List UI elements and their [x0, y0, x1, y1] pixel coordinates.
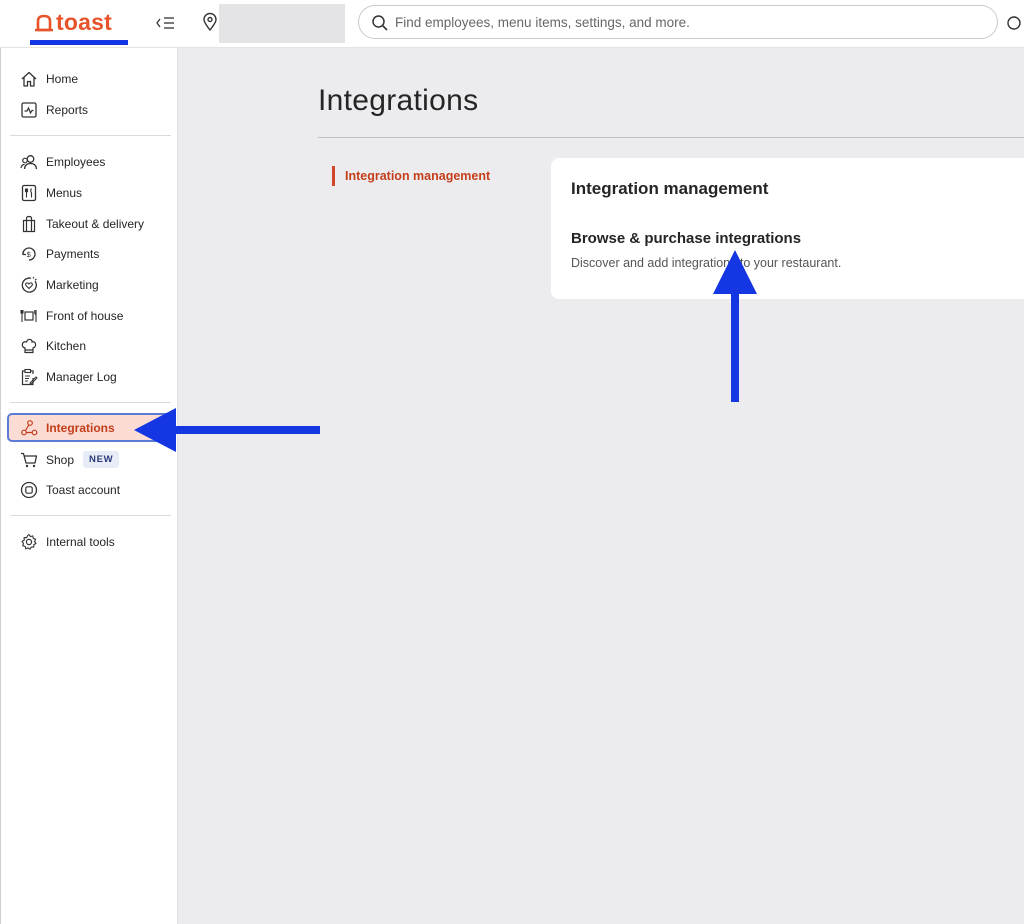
help-icon[interactable]: [1004, 13, 1024, 33]
toast-account-icon: [20, 481, 38, 499]
svg-text:$: $: [27, 250, 32, 259]
sidebar-item-label: Shop: [46, 452, 75, 467]
sidebar-item-reports[interactable]: Reports: [10, 95, 172, 124]
sidebar: Home Reports Employees Menus Takeout & d…: [0, 48, 178, 924]
sidebar-item-takeout-delivery[interactable]: Takeout & delivery: [10, 209, 172, 238]
sidebar-item-kitchen[interactable]: Kitchen: [10, 331, 172, 360]
logo-text: toast: [56, 9, 112, 35]
top-bar: toast: [0, 0, 1024, 48]
logo-annotation-underline: [30, 40, 128, 45]
reports-icon: [20, 101, 38, 119]
sidebar-item-label: Payments: [46, 246, 100, 261]
sidebar-item-integrations[interactable]: Integrations: [7, 413, 173, 442]
sidebar-item-employees[interactable]: Employees: [10, 147, 172, 176]
global-search[interactable]: [358, 5, 998, 39]
sidebar-item-label: Manager Log: [46, 369, 117, 384]
sidebar-item-home[interactable]: Home: [10, 64, 172, 93]
sidebar-item-shop[interactable]: Shop NEW: [10, 445, 172, 474]
location-pin-icon[interactable]: [201, 12, 219, 32]
sidebar-item-toast-account[interactable]: Toast account: [10, 475, 172, 504]
sidebar-item-label: Takeout & delivery: [46, 216, 145, 231]
sidebar-item-label: Front of house: [46, 308, 124, 323]
employees-icon: [20, 153, 38, 171]
sidebar-divider: [10, 515, 171, 516]
sidebar-item-manager-log[interactable]: Manager Log: [10, 362, 172, 391]
location-selector[interactable]: [219, 4, 345, 43]
search-input[interactable]: [395, 6, 985, 38]
search-icon: [371, 14, 389, 32]
card-description: Discover and add integrations to your re…: [571, 256, 842, 270]
home-icon: [20, 70, 38, 88]
chef-hat-icon: [20, 337, 38, 355]
browse-purchase-integrations-link[interactable]: Browse & purchase integrations: [571, 230, 801, 247]
front-of-house-icon: [20, 307, 38, 325]
sidebar-item-label: Reports: [46, 102, 89, 117]
sidebar-item-payments[interactable]: $ Payments: [10, 239, 172, 268]
manager-log-icon: [20, 368, 38, 386]
sidebar-item-marketing[interactable]: Marketing: [10, 270, 172, 299]
new-badge: NEW: [83, 451, 120, 468]
marketing-icon: [20, 276, 38, 294]
card-title: Integration management: [571, 179, 769, 198]
sidebar-item-label: Toast account: [46, 482, 121, 497]
sidebar-item-label: Home: [46, 71, 79, 86]
sidebar-item-internal-tools[interactable]: Internal tools: [10, 527, 172, 556]
sidebar-item-front-of-house[interactable]: Front of house: [10, 301, 172, 330]
sidebar-item-label: Menus: [46, 185, 83, 200]
subnav-integration-management[interactable]: Integration management: [332, 166, 490, 186]
sidebar-item-label: Marketing: [46, 277, 99, 292]
integrations-icon: [20, 419, 38, 437]
cart-icon: [20, 451, 38, 469]
toast-logo-icon: [35, 14, 53, 31]
sidebar-divider: [10, 135, 171, 136]
gear-icon: [20, 533, 38, 551]
integration-management-card: Integration management Browse & purchase…: [551, 158, 1024, 299]
payments-icon: $: [20, 245, 38, 263]
page-title: Integrations: [318, 84, 479, 117]
sidebar-item-label: Employees: [46, 154, 106, 169]
takeout-bag-icon: [20, 215, 38, 233]
sidebar-item-label: Kitchen: [46, 338, 87, 353]
sidebar-item-label: Internal tools: [46, 534, 115, 549]
title-divider: [318, 137, 1024, 138]
sidebar-item-label: Integrations: [46, 420, 115, 435]
collapse-sidebar-icon[interactable]: [154, 12, 178, 34]
menus-icon: [20, 184, 38, 202]
sidebar-item-menus[interactable]: Menus: [10, 178, 172, 207]
sidebar-divider: [10, 402, 171, 403]
toast-logo[interactable]: toast: [34, 9, 112, 36]
